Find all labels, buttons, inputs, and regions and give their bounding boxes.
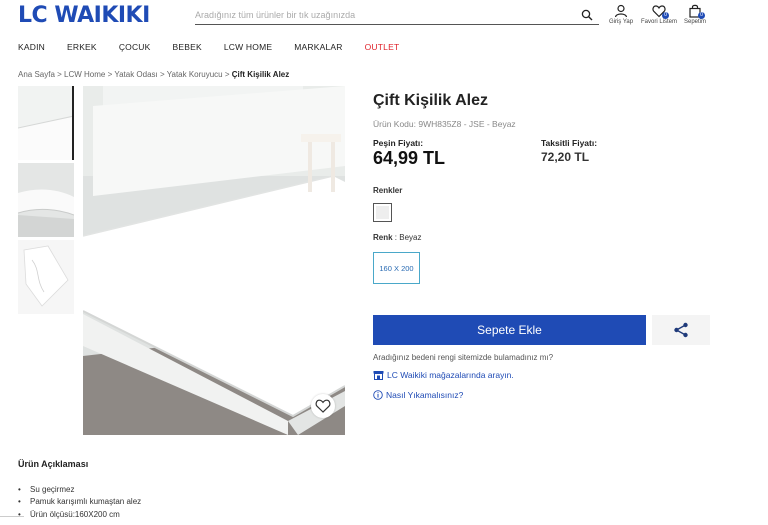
store-search-link-label: LC Waikiki mağazalarında arayın. [387, 370, 514, 380]
favorites-count-badge: 0 [662, 12, 669, 19]
breadcrumb-current: Çift Kişilik Alez [231, 70, 290, 79]
search-input[interactable] [195, 6, 575, 24]
swatch-fill [376, 206, 389, 219]
nav-item-lcw-home[interactable]: LCW HOME [224, 42, 272, 52]
login-label: Giriş Yap [608, 19, 634, 25]
selected-color: Renk : Beyaz [373, 233, 421, 242]
cart-count-badge: 0 [698, 12, 705, 19]
product-thumbnail-image [18, 240, 74, 314]
store-icon [373, 371, 384, 380]
product-main-image[interactable] [83, 86, 345, 435]
divider [0, 516, 24, 520]
installment-price-label: Taksitli Fiyatı: [541, 138, 598, 148]
product-thumbnail-image [18, 163, 74, 237]
color-swatch-beyaz[interactable] [373, 203, 392, 222]
cash-price-label: Peşin Fiyatı: [373, 138, 424, 148]
nav-item-outlet[interactable]: OUTLET [365, 42, 400, 52]
description-item: Pamuk karışımlı kumaştan alez [18, 496, 141, 509]
nav-item-markalar[interactable]: MARKALAR [294, 42, 342, 52]
color-value: : Beyaz [394, 233, 422, 242]
nav-item-bebek[interactable]: BEBEK [173, 42, 202, 52]
search-bar[interactable] [195, 5, 599, 25]
product-code: Ürün Kodu: 9WH835Z8 - JSE - Beyaz [373, 119, 516, 129]
description-item: Ürün ölçüsü:160X200 cm [18, 508, 141, 521]
favorites-label: Favori Listem [640, 19, 677, 25]
product-thumbnail-image [18, 86, 72, 160]
search-icon[interactable] [581, 9, 593, 21]
favorites-button[interactable]: 0 Favori Listem [639, 4, 679, 25]
cart-label: Sepetim [683, 19, 706, 25]
description-list: Su geçirmez Pamuk karışımlı kumaştan ale… [18, 483, 141, 521]
heart-icon [315, 399, 331, 413]
product-title: Çift Kişilik Alez [373, 92, 488, 109]
help-text: Aradığınız bedeni rengi sitemizde bulama… [373, 353, 554, 362]
nav-item-cocuk[interactable]: ÇOCUK [119, 42, 151, 52]
share-button[interactable] [652, 315, 710, 345]
nav-item-erkek[interactable]: ERKEK [67, 42, 97, 52]
description-item: Su geçirmez [18, 483, 141, 496]
site-header: LC WAIKIKI Giriş Yap 0 Favori Listem 0 S… [0, 0, 768, 36]
breadcrumb-trail[interactable]: Ana Sayfa > LCW Home > Yatak Odası > Yat… [18, 70, 232, 79]
info-icon [373, 390, 383, 400]
cart-button[interactable]: 0 Sepetim [675, 4, 715, 25]
thumbnail-1[interactable] [18, 86, 74, 160]
brand-logo[interactable]: LC WAIKIKI [18, 3, 150, 28]
cash-price: 64,99 TL [373, 148, 446, 168]
add-to-favorites-button[interactable] [311, 394, 335, 418]
thumbnail-2[interactable] [18, 163, 74, 237]
nav-item-kadin[interactable]: KADIN [18, 42, 45, 52]
breadcrumb: Ana Sayfa > LCW Home > Yatak Odası > Yat… [18, 70, 289, 79]
installment-price: 72,20 TL [541, 150, 590, 164]
wash-info-link-label: Nasıl Yıkamalısınız? [386, 390, 464, 400]
login-button[interactable]: Giriş Yap [601, 4, 641, 25]
colors-label: Renkler [373, 186, 403, 195]
user-icon [614, 4, 628, 18]
main-nav: KADIN ERKEK ÇOCUK BEBEK LCW HOME MARKALA… [18, 42, 421, 52]
thumbnail-3[interactable] [18, 240, 74, 314]
wash-info-link[interactable]: Nasıl Yıkamalısınız? [373, 390, 463, 400]
description-title: Ürün Açıklaması [18, 459, 89, 469]
bed-photo [83, 86, 345, 435]
share-icon [674, 322, 688, 338]
color-label: Renk [373, 233, 393, 242]
size-option-160x200[interactable]: 160 X 200 [373, 252, 420, 284]
add-to-cart-button[interactable]: Sepete Ekle [373, 315, 646, 345]
store-search-link[interactable]: LC Waikiki mağazalarında arayın. [373, 370, 514, 380]
